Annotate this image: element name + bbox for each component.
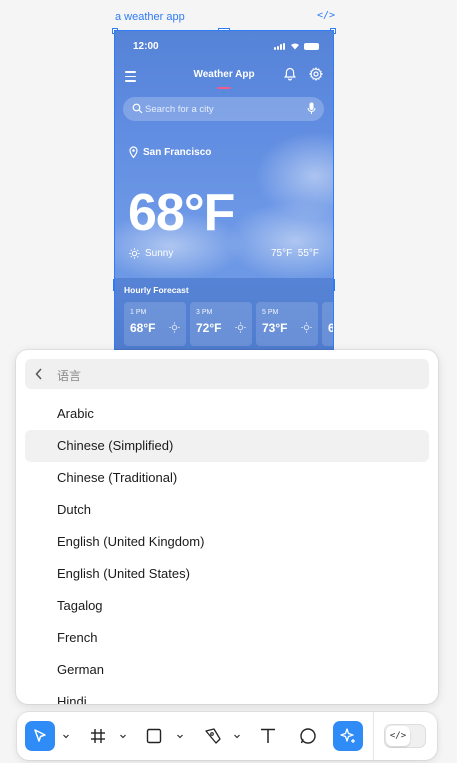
pen-icon [205, 728, 221, 744]
language-option[interactable]: French [25, 622, 429, 654]
dev-mode-knob: </> [386, 726, 410, 746]
bottom-toolbar: </> [17, 712, 437, 760]
language-option[interactable]: German [25, 654, 429, 686]
hourly-card[interactable]: 3 PM 72°F [190, 302, 252, 346]
search-bar[interactable] [123, 97, 324, 121]
hour-temp: 72°F [196, 321, 222, 335]
hour-temp: 73°F [262, 321, 288, 335]
hour-temp: 6 [328, 321, 333, 335]
ai-tool-button[interactable] [333, 721, 363, 751]
text-icon [261, 728, 275, 743]
search-input[interactable] [145, 97, 305, 121]
language-option[interactable]: Arabic [25, 398, 429, 430]
language-option-selected[interactable]: Chinese (Simplified) [25, 430, 429, 462]
hour-time: 1 PM [130, 309, 147, 316]
sun-icon [301, 322, 312, 333]
title-underline [217, 87, 231, 89]
code-icon: </> [389, 731, 407, 741]
language-option[interactable]: English (United States) [25, 558, 429, 590]
sun-icon [129, 248, 140, 259]
wifi-icon [291, 43, 299, 50]
sun-icon [169, 322, 180, 333]
comment-tool-button[interactable] [293, 721, 323, 751]
language-option[interactable]: English (United Kingdom) [25, 526, 429, 558]
hourly-card[interactable]: 6 [322, 302, 333, 346]
hourly-card[interactable]: 5 PM 73°F [256, 302, 318, 346]
condition-text: Sunny [145, 248, 174, 259]
hourly-forecast-panel: Hourly Forecast 1 PM 68°F 3 PM 72°F 5 PM… [115, 278, 333, 361]
frame-tool-button[interactable] [83, 721, 113, 751]
language-option[interactable]: Tagalog [25, 590, 429, 622]
language-menu-title: 语言 [57, 369, 82, 383]
chevron-down-icon[interactable] [62, 732, 70, 740]
signal-icon [274, 42, 286, 50]
comment-icon [300, 728, 316, 744]
hour-time: 3 PM [196, 309, 213, 316]
frame-label[interactable]: a weather app [115, 11, 185, 23]
dev-mode-toggle[interactable]: </> [384, 724, 426, 748]
location-text: San Francisco [143, 146, 212, 158]
battery-icon [304, 42, 319, 50]
frame-icon [91, 729, 105, 743]
cursor-icon [34, 729, 46, 742]
language-option[interactable]: Dutch [25, 494, 429, 526]
location-pin-icon [129, 146, 138, 158]
shape-tool-button[interactable] [139, 721, 169, 751]
chevron-left-icon[interactable] [35, 368, 43, 380]
hour-temp: 68°F [130, 321, 156, 335]
weather-condition: Sunny [129, 248, 173, 259]
search-icon [132, 103, 143, 114]
status-time: 12:00 [133, 41, 159, 52]
status-bar: 12:00 [115, 31, 333, 61]
hourly-card[interactable]: 1 PM 68°F [124, 302, 186, 346]
gear-icon[interactable] [309, 67, 323, 81]
text-tool-button[interactable] [253, 721, 283, 751]
code-icon[interactable]: </> [317, 10, 335, 21]
language-list: Arabic Chinese (Simplified) Chinese (Tra… [25, 398, 429, 704]
design-canvas[interactable]: a weather app </> 12:00 Weather App Sear… [0, 0, 457, 763]
move-tool-button[interactable] [25, 721, 55, 751]
bell-icon[interactable] [283, 67, 297, 81]
rectangle-icon [146, 728, 162, 744]
app-header: Weather App [115, 67, 333, 89]
language-menu-header[interactable]: 语言 [25, 359, 429, 389]
chevron-down-icon[interactable] [176, 732, 184, 740]
location-label: San Francisco [129, 146, 211, 158]
chevron-down-icon[interactable] [119, 732, 127, 740]
chevron-down-icon[interactable] [233, 732, 241, 740]
hourly-forecast-title: Hourly Forecast [124, 285, 189, 295]
language-option[interactable]: Chinese (Traditional) [25, 462, 429, 494]
sun-icon [235, 322, 246, 333]
weather-app-frame[interactable]: 12:00 Weather App Search for a city San … [114, 30, 334, 362]
sparkle-icon [340, 728, 355, 743]
hour-time: 5 PM [262, 309, 279, 316]
current-temperature: 68°F [128, 184, 235, 242]
microphone-icon[interactable] [307, 102, 316, 115]
high-low-temperature: 75°F 55°F [270, 248, 319, 259]
toolbar-divider [373, 712, 374, 760]
pen-tool-button[interactable] [198, 721, 228, 751]
language-option[interactable]: Hindi [25, 686, 429, 704]
app-title: Weather App [193, 69, 255, 80]
language-menu: 语言 Arabic Chinese (Simplified) Chinese (… [16, 350, 438, 704]
